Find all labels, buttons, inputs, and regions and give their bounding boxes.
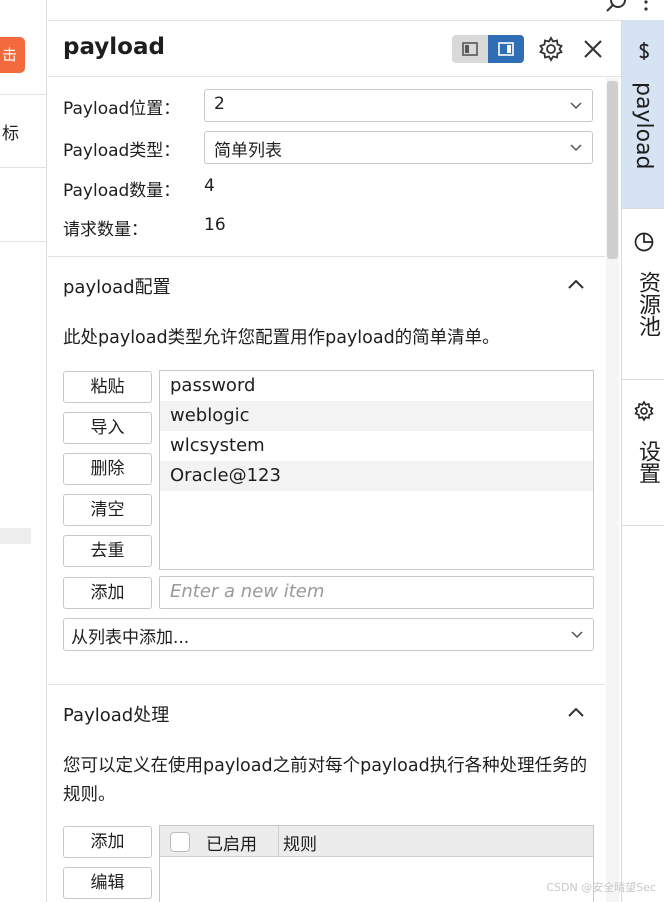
watermark: CSDN @安全晴望Sec xyxy=(546,881,656,894)
payload-config-description: 此处payload类型允许您配置用作payload的简单清单。 xyxy=(63,328,500,348)
payload-position-select[interactable]: 2 xyxy=(204,89,593,122)
add-from-list-label: 从列表中添加... xyxy=(71,628,190,648)
payload-panel: payload Payload位置： 2 Payload类型： 简单列表 Pay… xyxy=(48,20,621,902)
left-partial-label: 标 xyxy=(2,124,19,144)
tab-resource-pool-label: 资源池 xyxy=(635,271,660,337)
top-right-icons[interactable] xyxy=(600,0,660,16)
tab-settings-label: 设置 xyxy=(635,440,660,484)
pie-chart-icon xyxy=(634,232,654,252)
list-item[interactable]: password xyxy=(160,371,593,401)
close-icon[interactable] xyxy=(578,34,608,64)
payload-type-row: Payload类型： 简单列表 xyxy=(63,131,593,165)
add-rule-button[interactable]: 添加 xyxy=(63,826,152,858)
left-selected-row xyxy=(0,528,31,544)
gear-icon xyxy=(634,400,654,422)
edit-rule-button[interactable]: 编辑 xyxy=(63,867,152,899)
right-sidebar: payload 资源池 设置 xyxy=(621,20,664,902)
single-pane-icon xyxy=(462,42,478,56)
rules-table[interactable]: 已启用 规则 xyxy=(159,825,594,902)
panel-title: payload xyxy=(63,34,165,60)
payload-count-label: Payload数量： xyxy=(63,181,181,201)
divider xyxy=(0,167,46,168)
chevron-up-icon[interactable] xyxy=(567,705,585,719)
scrollbar-thumb[interactable] xyxy=(607,81,618,259)
chevron-down-icon xyxy=(571,631,583,639)
tab-settings[interactable]: 设置 xyxy=(622,380,664,526)
rules-table-header: 已启用 规则 xyxy=(160,826,593,857)
payload-config-title: payload配置 xyxy=(63,277,171,298)
tab-payload-label: payload xyxy=(631,82,656,170)
request-count-row: 请求数量： 16 xyxy=(63,210,593,244)
orange-action-button[interactable]: 击 xyxy=(0,37,25,73)
payload-type-value: 简单列表 xyxy=(214,141,282,161)
layout-toggle[interactable] xyxy=(452,35,524,63)
new-item-input[interactable]: Enter a new item xyxy=(159,576,594,609)
list-item[interactable]: weblogic xyxy=(160,401,593,431)
payload-processing-description: 您可以定义在使用payload之前对每个payload执行各种处理任务的规则。 xyxy=(63,756,588,805)
more-icon xyxy=(644,0,648,4)
chevron-down-icon xyxy=(570,102,582,110)
chevron-up-icon[interactable] xyxy=(567,277,585,291)
dedup-button[interactable]: 去重 xyxy=(63,535,152,567)
chevron-down-icon xyxy=(570,144,582,152)
divider xyxy=(0,94,46,95)
payload-type-label: Payload类型： xyxy=(63,141,181,161)
panel-title-bar: payload xyxy=(48,21,621,77)
split-pane-icon xyxy=(498,42,514,56)
payload-count-row: Payload数量： 4 xyxy=(63,171,593,205)
settings-gear-icon[interactable] xyxy=(536,34,566,64)
request-count-label: 请求数量： xyxy=(63,220,148,240)
column-divider xyxy=(278,826,279,857)
layout-single-button[interactable] xyxy=(452,35,488,63)
payload-count-value: 4 xyxy=(204,176,215,196)
payload-processing-title: Payload处理 xyxy=(63,705,170,726)
paste-button[interactable]: 粘贴 xyxy=(63,371,152,403)
payload-position-label: Payload位置： xyxy=(63,99,181,119)
payload-position-row: Payload位置： 2 xyxy=(63,89,593,123)
delete-button[interactable]: 删除 xyxy=(63,453,152,485)
import-button[interactable]: 导入 xyxy=(63,412,152,444)
list-item[interactable]: wlcsystem xyxy=(160,431,593,461)
add-from-list-select[interactable]: 从列表中添加... xyxy=(63,618,594,651)
payload-processing-section: Payload处理 您可以定义在使用payload之前对每个payload执行各… xyxy=(48,684,605,902)
request-count-value: 16 xyxy=(204,215,226,235)
payload-list[interactable]: password weblogic wlcsystem Oracle@123 xyxy=(159,370,594,570)
tab-resource-pool[interactable]: 资源池 xyxy=(622,209,664,380)
payload-config-section: payload配置 此处payload类型允许您配置用作payload的简单清单… xyxy=(48,256,605,684)
tab-payload[interactable]: payload xyxy=(622,20,664,209)
dollar-icon xyxy=(639,42,649,60)
clear-button[interactable]: 清空 xyxy=(63,494,152,526)
column-enabled[interactable]: 已启用 xyxy=(206,830,257,855)
payload-position-value: 2 xyxy=(214,94,225,114)
left-app-strip: 击 标 xyxy=(0,0,47,902)
select-all-checkbox[interactable] xyxy=(170,832,190,852)
divider xyxy=(0,241,46,242)
add-item-button[interactable]: 添加 xyxy=(63,577,152,609)
list-item[interactable]: Oracle@123 xyxy=(160,461,593,491)
column-rule[interactable]: 规则 xyxy=(283,830,317,855)
payload-type-select[interactable]: 简单列表 xyxy=(204,131,593,164)
layout-split-button[interactable] xyxy=(488,35,524,63)
